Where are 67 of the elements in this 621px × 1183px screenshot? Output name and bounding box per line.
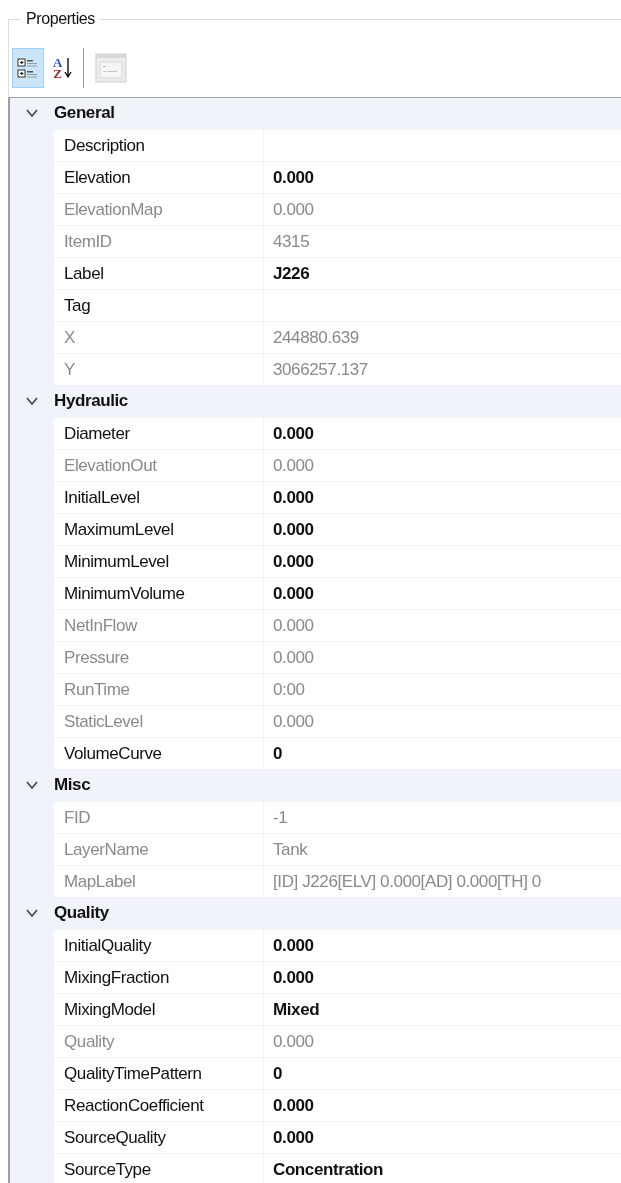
- property-value: [ID] J226[ELV] 0.000[AD] 0.000[TH] 0: [264, 865, 621, 898]
- property-name[interactable]: Diameter: [54, 417, 264, 450]
- property-value: -1: [264, 801, 621, 834]
- property-value[interactable]: 0.000: [264, 1089, 621, 1122]
- property-value: 0.000: [264, 193, 621, 226]
- property-value[interactable]: 0: [264, 1057, 621, 1090]
- property-value: 0.000: [264, 641, 621, 674]
- sort-letter: A: [53, 56, 62, 68]
- property-name[interactable]: MinimumLevel: [54, 545, 264, 578]
- property-value: 3066257.137: [264, 353, 621, 386]
- property-name[interactable]: Tag: [54, 289, 264, 322]
- property-value[interactable]: 0.000: [264, 929, 621, 962]
- property-name[interactable]: Quality: [54, 1025, 264, 1058]
- property-name[interactable]: Pressure: [54, 641, 264, 674]
- property-value[interactable]: 0: [264, 737, 621, 770]
- property-name[interactable]: MixingModel: [54, 993, 264, 1026]
- property-value: 0:00: [264, 673, 621, 706]
- property-value: 0.000: [264, 705, 621, 738]
- property-value[interactable]: Concentration: [264, 1153, 621, 1183]
- property-value[interactable]: 0.000: [264, 513, 621, 546]
- property-value[interactable]: 0.000: [264, 417, 621, 450]
- property-value[interactable]: 0.000: [264, 961, 621, 994]
- category-header[interactable]: Hydraulic: [54, 388, 128, 414]
- property-value: Tank: [264, 833, 621, 866]
- window-icon: [95, 52, 127, 83]
- alphabetical-button[interactable]: A Z: [48, 47, 77, 88]
- property-value[interactable]: 0.000: [264, 577, 621, 610]
- property-name[interactable]: Y: [54, 353, 264, 386]
- sort-letter: Z: [53, 67, 62, 79]
- property-name[interactable]: RunTime: [54, 673, 264, 706]
- property-value[interactable]: 0.000: [264, 545, 621, 578]
- property-name[interactable]: LayerName: [54, 833, 264, 866]
- property-value: 0.000: [264, 449, 621, 482]
- property-name[interactable]: SourceQuality: [54, 1121, 264, 1154]
- property-name[interactable]: Elevation: [54, 161, 264, 194]
- property-name[interactable]: InitialLevel: [54, 481, 264, 514]
- property-name[interactable]: SourceType: [54, 1153, 264, 1183]
- property-name[interactable]: MapLabel: [54, 865, 264, 898]
- property-value: 244880.639: [264, 321, 621, 354]
- property-name[interactable]: ElevationOut: [54, 449, 264, 482]
- property-value[interactable]: 0.000: [264, 161, 621, 194]
- category-header[interactable]: Misc: [54, 772, 91, 798]
- property-value: 0.000: [264, 1025, 621, 1058]
- property-value: 0.000: [264, 609, 621, 642]
- property-value[interactable]: Mixed: [264, 993, 621, 1026]
- property-value: 4315: [264, 225, 621, 258]
- property-name[interactable]: NetInFlow: [54, 609, 264, 642]
- category-header[interactable]: General: [54, 100, 115, 126]
- property-name[interactable]: MixingFraction: [54, 961, 264, 994]
- property-name[interactable]: MinimumVolume: [54, 577, 264, 610]
- property-name[interactable]: InitialQuality: [54, 929, 264, 962]
- property-value[interactable]: J226: [264, 257, 621, 290]
- property-name[interactable]: Description: [54, 129, 264, 162]
- categorized-view-icon: [17, 56, 39, 79]
- category-header[interactable]: Quality: [54, 900, 109, 926]
- property-name[interactable]: MaximumLevel: [54, 513, 264, 546]
- property-name[interactable]: VolumeCurve: [54, 737, 264, 770]
- down-arrow-icon: [64, 56, 72, 79]
- groupbox-title: Properties: [21, 10, 100, 27]
- property-name[interactable]: X: [54, 321, 264, 354]
- property-value[interactable]: 0.000: [264, 1121, 621, 1154]
- property-name[interactable]: ReactionCoefficient: [54, 1089, 264, 1122]
- property-value[interactable]: 0.000: [264, 481, 621, 514]
- property-name[interactable]: Label: [54, 257, 264, 290]
- property-name[interactable]: QualityTimePattern: [54, 1057, 264, 1090]
- categorized-button[interactable]: [12, 47, 44, 88]
- property-name[interactable]: ElevationMap: [54, 193, 264, 226]
